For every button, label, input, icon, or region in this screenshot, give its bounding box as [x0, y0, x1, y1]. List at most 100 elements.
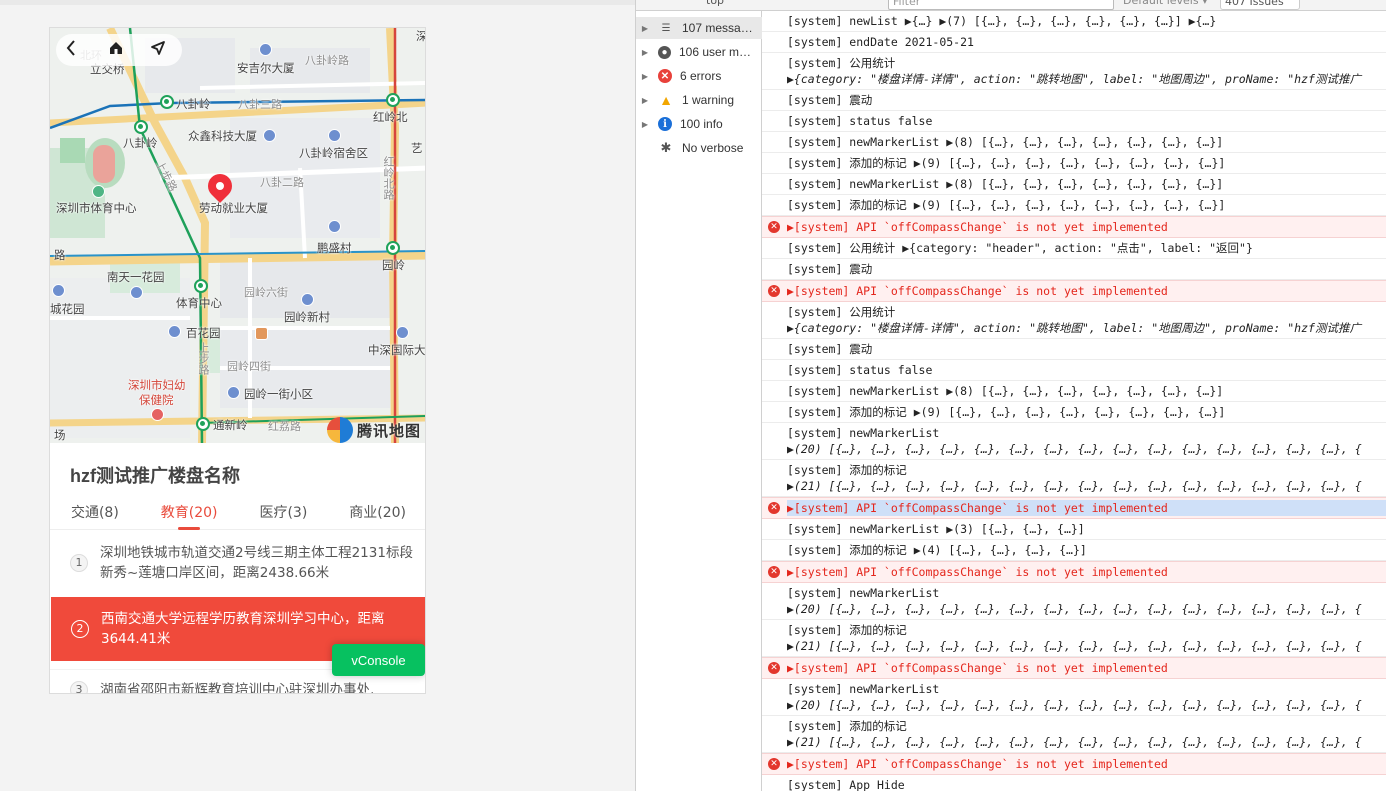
log-message: [system] newMarkerList — [787, 682, 940, 696]
console-log-row[interactable]: [system] newMarkerList ▶(3) [{…}, {…}, {… — [762, 519, 1386, 540]
console-error-row[interactable]: ✕ ▶[system] API `offCompassChange` is not… — [762, 561, 1386, 583]
map-label-shangbu-road2: 上步路 — [197, 342, 209, 375]
console-error-row[interactable]: ✕ ▶[system] API `offCompassChange` is not… — [762, 280, 1386, 302]
navigation-arrow-icon[interactable] — [150, 40, 170, 60]
log-message: ▶[system] API `offCompassChange` is not … — [787, 757, 1168, 771]
log-message: [system] 添加的标记 ▶(4) [{…}, {…}, {…}, {…}] — [787, 543, 1087, 557]
map-label-yuanling-1st: 园岭一街小区 — [244, 389, 313, 401]
user-icon: ● — [658, 45, 671, 59]
sidebar-item-errors[interactable]: ▶ ✕ 6 errors — [636, 65, 762, 87]
log-message: ▶[system] API `offCompassChange` is not … — [787, 661, 1168, 675]
sidebar-item-warnings[interactable]: ▶ ▲ 1 warning — [636, 89, 762, 111]
log-message: [system] 添加的标记 — [787, 463, 907, 477]
console-log-row[interactable]: [system] 公用统计 ▶{category: "楼盘详情-详情", acti… — [762, 53, 1386, 90]
map-label-maternal-1: 深圳市妇幼 — [128, 380, 186, 392]
item-number: 1 — [70, 554, 88, 572]
metro-station-icon — [194, 279, 208, 293]
map-label-baihua: 百花园 — [186, 328, 221, 340]
sidebar-item-user-messages[interactable]: ▶ ● 106 user m… — [636, 41, 762, 63]
info-icon: i — [658, 117, 672, 131]
log-message: [system] 添加的标记 ▶(9) [{…}, {…}, {…}, {…},… — [787, 405, 1226, 419]
page-title: hzf测试推广楼盘名称 — [70, 466, 240, 486]
map-label-yuanling: 园岭 — [382, 260, 405, 272]
building-poi-icon — [52, 284, 65, 297]
map-label-zhongshen: 中深国际大 — [368, 345, 426, 357]
expand-arrow-icon[interactable]: ▶ — [636, 48, 654, 57]
console-log-row[interactable]: [system] 添加的标记 ▶(21) [{…}, {…}, {…}, {…},… — [762, 716, 1386, 753]
expand-arrow-icon[interactable]: ▶ — [636, 120, 654, 129]
log-object-preview[interactable]: ▶(21) [{…}, {…}, {…}, {…}, {…}, {…}, {…}… — [787, 478, 1386, 494]
console-error-row[interactable]: ✕ ▶[system] API `offCompassChange` is not… — [762, 497, 1386, 519]
sidebar-item-messages[interactable]: ▶ ☰ 107 messa… — [636, 17, 762, 39]
console-log-row[interactable]: [system] 添加的标记 ▶(9) [{…}, {…}, {…}, {…},… — [762, 153, 1386, 174]
devtools-panel: top Filter Default levels ▾ 407 Issues ▶… — [635, 0, 1386, 791]
console-log-row[interactable]: [system] App Hide — [762, 775, 1386, 791]
list-item[interactable]: 1 深圳地铁城市轨道交通2号线三期主体工程2131标段新秀~莲塘口岸区间，距离2… — [50, 533, 425, 593]
log-object-preview[interactable]: ▶(20) [{…}, {…}, {…}, {…}, {…}, {…}, {…}… — [787, 697, 1386, 713]
console-log-row[interactable]: [system] 添加的标记 ▶(21) [{…}, {…}, {…}, {…},… — [762, 460, 1386, 497]
console-log-row[interactable]: [system] newList ▶{…} ▶(7) [{…}, {…}, {…… — [762, 11, 1386, 32]
vconsole-button[interactable]: vConsole — [332, 644, 425, 676]
log-object-preview[interactable]: ▶(20) [{…}, {…}, {…}, {…}, {…}, {…}, {…}… — [787, 601, 1386, 617]
tab-traffic[interactable]: 交通(8) — [71, 494, 119, 530]
console-log-row[interactable]: [system] newMarkerList ▶(8) [{…}, {…}, {… — [762, 174, 1386, 195]
expand-arrow-icon[interactable]: ▶ — [636, 24, 654, 33]
tab-commerce[interactable]: 商业(20) — [349, 494, 406, 530]
log-object-preview[interactable]: ▶(21) [{…}, {…}, {…}, {…}, {…}, {…}, {…}… — [787, 734, 1386, 750]
log-message: [system] newList ▶{…} ▶(7) [{…}, {…}, {…… — [787, 14, 1217, 28]
console-log-row[interactable]: [system] newMarkerList ▶(8) [{…}, {…}, {… — [762, 381, 1386, 402]
log-object-preview[interactable]: ▶{category: "楼盘详情-详情", action: "跳转地图", l… — [787, 320, 1386, 336]
log-object-preview[interactable]: ▶(21) [{…}, {…}, {…}, {…}, {…}, {…}, {…}… — [787, 638, 1386, 654]
map-label-road-left: 路 — [54, 250, 66, 262]
log-object-preview[interactable]: ▶{category: "楼盘详情-详情", action: "跳转地图", l… — [787, 71, 1386, 87]
sidebar-item-verbose[interactable]: ✱ No verbose — [636, 137, 762, 159]
map-label-yuanling-6th: 园岭六街 — [244, 287, 288, 299]
console-log-row[interactable]: [system] 添加的标记 ▶(4) [{…}, {…}, {…}, {…}] — [762, 540, 1386, 561]
console-error-row[interactable]: ✕ ▶[system] API `offCompassChange` is not… — [762, 657, 1386, 679]
error-icon: ✕ — [768, 285, 780, 297]
console-error-row[interactable]: ✕ ▶[system] API `offCompassChange` is not… — [762, 216, 1386, 238]
map-label-nantian: 南天一花园 — [107, 272, 165, 284]
filter-input[interactable]: Filter — [888, 0, 1114, 10]
home-icon[interactable] — [108, 40, 128, 60]
map-label-honglingbei: 红岭北 — [373, 112, 408, 124]
error-icon: ✕ — [658, 69, 672, 83]
console-log-row[interactable]: [system] newMarkerList ▶(8) [{…}, {…}, {… — [762, 132, 1386, 153]
log-message: [system] newMarkerList ▶(3) [{…}, {…}, {… — [787, 522, 1085, 536]
item-text: 湖南省邵阳市新辉教育培训中心驻深圳办事处, — [100, 682, 375, 694]
console-error-row[interactable]: ✕ ▶[system] API `offCompassChange` is not… — [762, 753, 1386, 775]
map-view[interactable]: 北环 立交桥 安吉尔大厦 八卦岭路 八卦岭 八卦三路 红岭北 八卦岭 众鑫科技大… — [50, 28, 426, 443]
expand-arrow-icon[interactable]: ▶ — [636, 72, 654, 81]
console-log-row[interactable]: [system] 添加的标记 ▶(9) [{…}, {…}, {…}, {…},… — [762, 402, 1386, 423]
console-log-row[interactable]: [system] 震动 — [762, 339, 1386, 360]
log-message: [system] 添加的标记 — [787, 719, 907, 733]
console-log-row[interactable]: [system] endDate 2021-05-21 — [762, 32, 1386, 53]
log-object-preview[interactable]: ▶(20) [{…}, {…}, {…}, {…}, {…}, {…}, {…}… — [787, 441, 1386, 457]
map-label-hongling-road: 红岭北路 — [382, 156, 394, 200]
tab-education[interactable]: 教育(20) — [161, 494, 218, 530]
levels-dropdown[interactable]: Default levels ▾ — [1123, 0, 1208, 10]
building-poi-icon — [301, 293, 314, 306]
console-log-row[interactable]: [system] newMarkerList ▶(20) [{…}, {…}, {… — [762, 423, 1386, 460]
map-label-hongli: 红荔路 — [268, 421, 301, 433]
console-log[interactable]: [system] newList ▶{…} ▶(7) [{…}, {…}, {…… — [762, 11, 1386, 791]
console-log-row[interactable]: [system] status false — [762, 111, 1386, 132]
console-log-row[interactable]: [system] 添加的标记 ▶(21) [{…}, {…}, {…}, {…},… — [762, 620, 1386, 657]
chevron-left-icon[interactable] — [66, 40, 86, 60]
console-log-row[interactable]: [system] newMarkerList ▶(20) [{…}, {…}, {… — [762, 679, 1386, 716]
console-log-row[interactable]: [system] 公用统计 ▶{category: "楼盘详情-详情", acti… — [762, 302, 1386, 339]
console-log-row[interactable]: [system] 添加的标记 ▶(9) [{…}, {…}, {…}, {…},… — [762, 195, 1386, 216]
sidebar-item-info[interactable]: ▶ i 100 info — [636, 113, 762, 135]
console-log-row[interactable]: [system] newMarkerList ▶(20) [{…}, {…}, {… — [762, 583, 1386, 620]
map-label-yuanling-4th: 园岭四街 — [227, 361, 271, 373]
issues-button[interactable]: 407 Issues — [1220, 0, 1300, 10]
tab-medical[interactable]: 医疗(3) — [259, 494, 307, 530]
context-selector[interactable]: top — [706, 0, 724, 10]
console-log-row[interactable]: [system] 公用统计 ▶{category: "header", acti… — [762, 238, 1386, 259]
map-label-maternal-2: 保健院 — [139, 395, 174, 407]
console-log-row[interactable]: [system] 震动 — [762, 259, 1386, 280]
expand-arrow-icon[interactable]: ▶ — [636, 96, 654, 105]
console-log-row[interactable]: [system] 震动 — [762, 90, 1386, 111]
console-log-row[interactable]: [system] status false — [762, 360, 1386, 381]
nav-capsule — [56, 34, 182, 66]
